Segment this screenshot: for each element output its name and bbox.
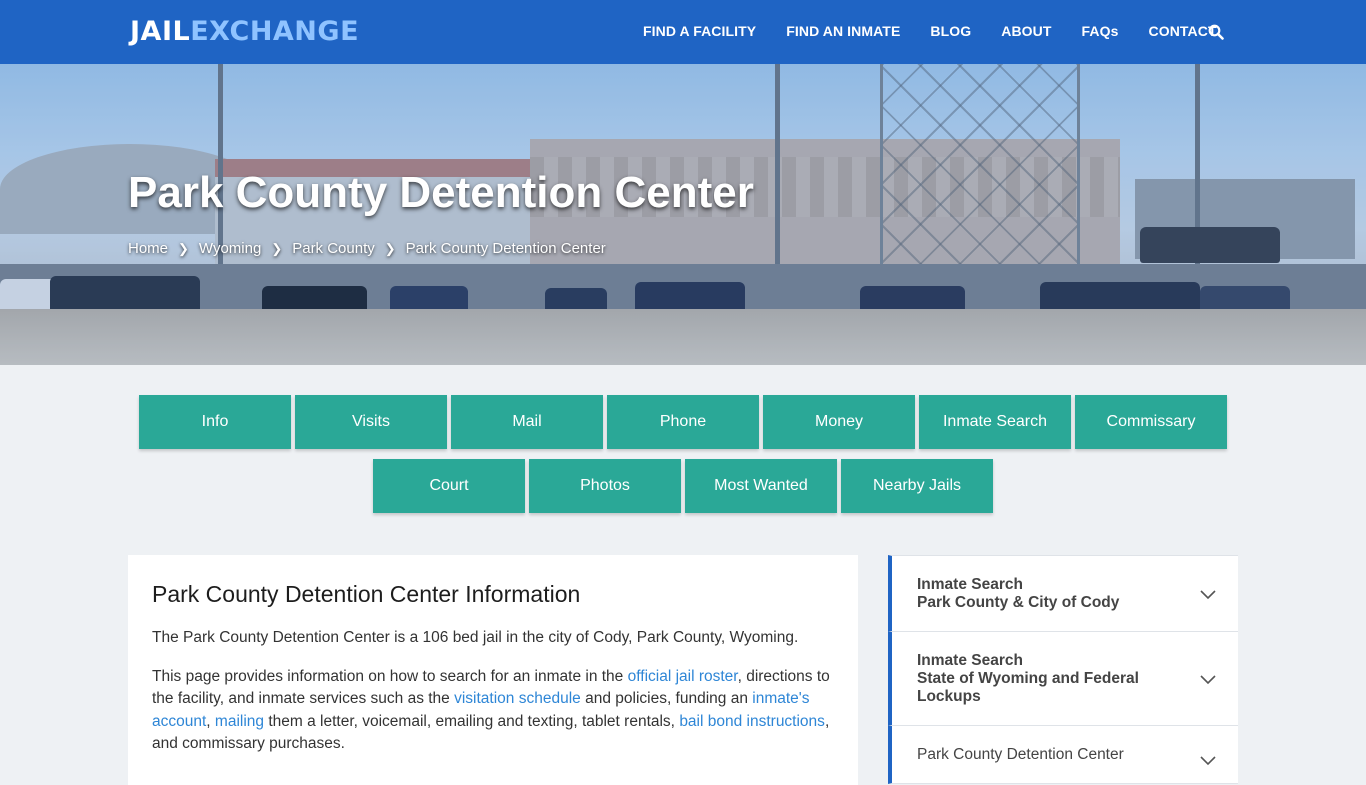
section-button-court[interactable]: Court [373, 459, 525, 513]
text-segment: , [206, 712, 215, 730]
breadcrumb-current: Park County Detention Center [405, 240, 606, 257]
link-visitation-schedule[interactable]: visitation schedule [454, 690, 581, 707]
breadcrumb-home[interactable]: Home [128, 240, 168, 257]
section-button-most-wanted[interactable]: Most Wanted [685, 459, 837, 513]
chevron-down-icon [1200, 674, 1216, 684]
breadcrumb: Home ❯ Wyoming ❯ Park County ❯ Park Coun… [128, 240, 606, 257]
text-segment: them a letter, voicemail, emailing and t… [264, 712, 680, 730]
accordion-subtitle: Park County & City of Cody [917, 594, 1120, 611]
info-paragraph-1: The Park County Detention Center is a 10… [152, 629, 799, 646]
text-segment: This page provides information on how to… [152, 667, 628, 685]
accordion-title: Park County Detention Center [917, 746, 1124, 763]
nav-blog[interactable]: BLOG [930, 23, 971, 39]
section-button-commissary[interactable]: Commissary [1075, 395, 1227, 449]
info-heading: Park County Detention Center Information [152, 581, 581, 607]
section-button-visits[interactable]: Visits [295, 395, 447, 449]
chevron-right-icon: ❯ [271, 240, 283, 256]
section-button-nearby-jails[interactable]: Nearby Jails [841, 459, 993, 513]
accordion-facility[interactable]: Park County Detention Center [888, 726, 1238, 784]
breadcrumb-county[interactable]: Park County [292, 240, 375, 257]
accordion-subtitle: State of Wyoming and Federal Lockups [917, 670, 1139, 705]
text-segment: and policies, funding an [580, 690, 753, 707]
section-button-phone[interactable]: Phone [607, 395, 759, 449]
link-mailing[interactable]: mailing [215, 713, 264, 730]
top-navbar: JAILEXCHANGE FIND A FACILITY FIND AN INM… [0, 0, 1366, 64]
section-button-money[interactable]: Money [763, 395, 915, 449]
section-button-inmate-search[interactable]: Inmate Search [919, 395, 1071, 449]
nav-about[interactable]: ABOUT [1001, 23, 1051, 39]
section-button-photos[interactable]: Photos [529, 459, 681, 513]
link-official-jail-roster[interactable]: official jail roster [628, 668, 738, 685]
info-paragraph-2: This page provides information on how to… [152, 666, 834, 756]
logo-text-jail: JAIL [130, 16, 191, 47]
nav-find-inmate[interactable]: FIND AN INMATE [786, 23, 900, 39]
section-button-info[interactable]: Info [139, 395, 291, 449]
chevron-right-icon: ❯ [178, 240, 189, 256]
sidebar-accordion: Inmate Search Park County & City of Cody… [888, 555, 1238, 784]
accordion-title: Inmate Search [917, 652, 1023, 669]
facility-info-card: Park County Detention Center Information… [128, 555, 858, 785]
logo-text-exchange: EXCHANGE [190, 16, 360, 47]
chevron-down-icon [1200, 756, 1216, 766]
section-button-mail[interactable]: Mail [451, 395, 603, 449]
nav-contact[interactable]: CONTACT [1149, 23, 1217, 39]
search-icon[interactable] [1208, 24, 1224, 40]
site-logo[interactable]: JAILEXCHANGE [130, 16, 359, 47]
link-bail-bond-instructions[interactable]: bail bond instructions [679, 713, 825, 730]
accordion-inmate-search-state[interactable]: Inmate Search State of Wyoming and Feder… [888, 632, 1238, 726]
main-nav: FIND A FACILITY FIND AN INMATE BLOG ABOU… [643, 23, 1217, 39]
nav-find-facility[interactable]: FIND A FACILITY [643, 23, 756, 39]
accordion-title: Inmate Search [917, 576, 1023, 593]
accordion-inmate-search-county[interactable]: Inmate Search Park County & City of Cody [888, 555, 1238, 632]
chevron-down-icon [1200, 589, 1216, 599]
breadcrumb-state[interactable]: Wyoming [199, 240, 261, 257]
chevron-right-icon: ❯ [384, 240, 396, 256]
page-title: Park County Detention Center [128, 168, 754, 217]
nav-faqs[interactable]: FAQs [1082, 23, 1119, 39]
